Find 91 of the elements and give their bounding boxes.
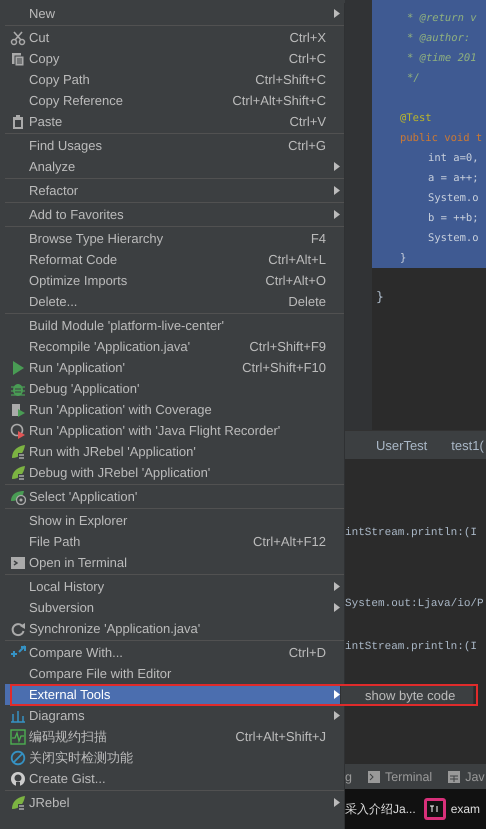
shortcut-label: Ctrl+V xyxy=(290,114,327,129)
menu-item[interactable]: Run 'Application' with 'Java Flight Recorder' xyxy=(5,420,344,441)
tool-window-tab[interactable]: Jav xyxy=(465,770,485,784)
play-icon xyxy=(10,360,26,376)
menu-item[interactable]: Delete... Delete xyxy=(5,291,344,312)
copy-icon xyxy=(10,50,26,66)
shortcut-label: Ctrl+Alt+L xyxy=(268,252,327,267)
menu-item[interactable]: 关闭实时检测功能 xyxy=(5,747,344,768)
menu-item[interactable]: Add to Favorites xyxy=(5,204,344,225)
menu-item[interactable]: Debug with JRebel 'Application' xyxy=(5,462,344,483)
recorder-icon xyxy=(10,422,26,438)
code-line: } xyxy=(376,290,384,305)
code-line: } xyxy=(400,251,408,266)
menu-item[interactable]: File Path Ctrl+Alt+F12 xyxy=(5,531,344,552)
menu-item[interactable]: Run 'Application' Ctrl+Shift+F10 xyxy=(5,357,344,378)
taskbar-item[interactable]: exam xyxy=(450,802,480,816)
menu-item[interactable]: Copy Path Ctrl+Shift+C xyxy=(5,69,344,90)
leaf-icon xyxy=(10,794,26,810)
code-line: a = a++; xyxy=(428,171,480,186)
code-line: @Test xyxy=(400,111,433,126)
terminal-icon xyxy=(368,770,380,782)
menu-item[interactable]: Build Module 'platform-live-center' xyxy=(5,315,344,336)
shortcut-label: Ctrl+C xyxy=(288,51,327,66)
table-icon xyxy=(448,770,460,782)
menu-item[interactable]: JRebel xyxy=(5,792,344,813)
shortcut-label: Ctrl+D xyxy=(288,645,327,660)
menu-item[interactable]: 编码规约扫描 Ctrl+Alt+Shift+J xyxy=(5,726,344,747)
menu-item[interactable]: Reformat Code Ctrl+Alt+L xyxy=(5,249,344,270)
menu-item[interactable]: Optimize Imports Ctrl+Alt+O xyxy=(5,270,344,291)
coverage-icon xyxy=(10,402,26,418)
menu-item[interactable]: Compare File with Editor xyxy=(5,663,344,684)
menu-item[interactable]: Synchronize 'Application.java' xyxy=(5,618,344,639)
code-line: */ xyxy=(407,71,421,86)
leaf-icon xyxy=(10,444,26,460)
tool-window-tab[interactable]: Terminal xyxy=(384,770,432,784)
code-line: int a=0, xyxy=(428,151,480,166)
menu-item[interactable]: Local History xyxy=(5,576,344,597)
terminal-icon xyxy=(10,554,26,570)
leaf-icon xyxy=(10,464,26,480)
code-line: * @author: xyxy=(407,31,472,46)
shortcut-label: Ctrl+Alt+Shift+J xyxy=(235,729,327,744)
breadcrumb[interactable]: test1( xyxy=(451,438,484,452)
clipboard-icon xyxy=(10,114,26,130)
menu-item[interactable]: Run with JRebel 'Application' xyxy=(5,441,344,462)
waveform-icon xyxy=(10,728,26,744)
menu-item[interactable]: Recompile 'Application.java' Ctrl+Shift+F9 xyxy=(5,336,344,357)
shortcut-label: Ctrl+Shift+F10 xyxy=(242,360,327,375)
shortcut-label: Delete xyxy=(288,294,327,309)
breadcrumb[interactable]: UserTest xyxy=(376,438,428,452)
code-line: b = ++b; xyxy=(428,211,480,226)
menu-item[interactable]: Run 'Application' with Coverage xyxy=(5,399,344,420)
menu-item[interactable]: Refactor xyxy=(5,180,344,201)
scissors-icon xyxy=(10,30,26,46)
menu-item[interactable]: New xyxy=(5,3,344,24)
prohibited-icon xyxy=(10,750,26,766)
code-line: public void t xyxy=(400,131,484,146)
shortcut-label: Ctrl+X xyxy=(290,30,327,45)
code-line: * @return v xyxy=(407,11,478,26)
menu-item[interactable]: Copy Reference Ctrl+Alt+Shift+C xyxy=(5,90,344,111)
shortcut-label: Ctrl+Shift+C xyxy=(255,72,327,87)
menu-item[interactable]: Select 'Application' xyxy=(5,486,344,507)
menu-item[interactable]: Cut Ctrl+X xyxy=(5,27,344,48)
shortcut-label: Ctrl+Shift+F9 xyxy=(249,339,327,354)
shortcut-label: Ctrl+Alt+F12 xyxy=(253,534,327,549)
taskbar-item[interactable]: 采入介绍Ja... xyxy=(345,800,416,818)
code-line: * @time 201 xyxy=(407,51,478,66)
menu-item[interactable]: Browse Type Hierarchy F4 xyxy=(5,228,344,249)
target-icon xyxy=(10,488,26,504)
refresh-icon xyxy=(10,620,26,636)
shortcut-label: Ctrl+Alt+Shift+C xyxy=(232,93,327,108)
code-line: System.o xyxy=(428,191,480,206)
menu-item[interactable]: Subversion xyxy=(5,597,344,618)
app-icon xyxy=(424,798,446,820)
console-line: System.out:Ljava/io/P xyxy=(345,598,485,610)
menu-item[interactable]: Create Gist... xyxy=(5,768,344,789)
menu-item[interactable]: Copy Ctrl+C xyxy=(5,48,344,69)
code-line: System.o xyxy=(428,231,480,246)
menu-item[interactable]: Compare With... Ctrl+D xyxy=(5,642,344,663)
console-line: intStream.println:(I xyxy=(345,527,478,539)
shortcut-label: Ctrl+G xyxy=(288,138,327,153)
menu-item[interactable]: Paste Ctrl+V xyxy=(5,111,344,132)
console-line: intStream.println:(I xyxy=(345,641,478,653)
menu-item[interactable]: Find Usages Ctrl+G xyxy=(5,135,344,156)
tool-window-tab[interactable]: g xyxy=(345,770,352,784)
shortcut-label: F4 xyxy=(310,231,327,246)
menu-item[interactable]: Analyze xyxy=(5,156,344,177)
menu-item[interactable]: Open in Terminal xyxy=(5,552,344,573)
menu-item[interactable]: Debug 'Application' xyxy=(5,378,344,399)
menu-item[interactable]: Show in Explorer xyxy=(5,510,344,531)
menu-item[interactable]: Diagrams xyxy=(5,705,344,726)
shortcut-label: Ctrl+Alt+O xyxy=(265,273,327,288)
